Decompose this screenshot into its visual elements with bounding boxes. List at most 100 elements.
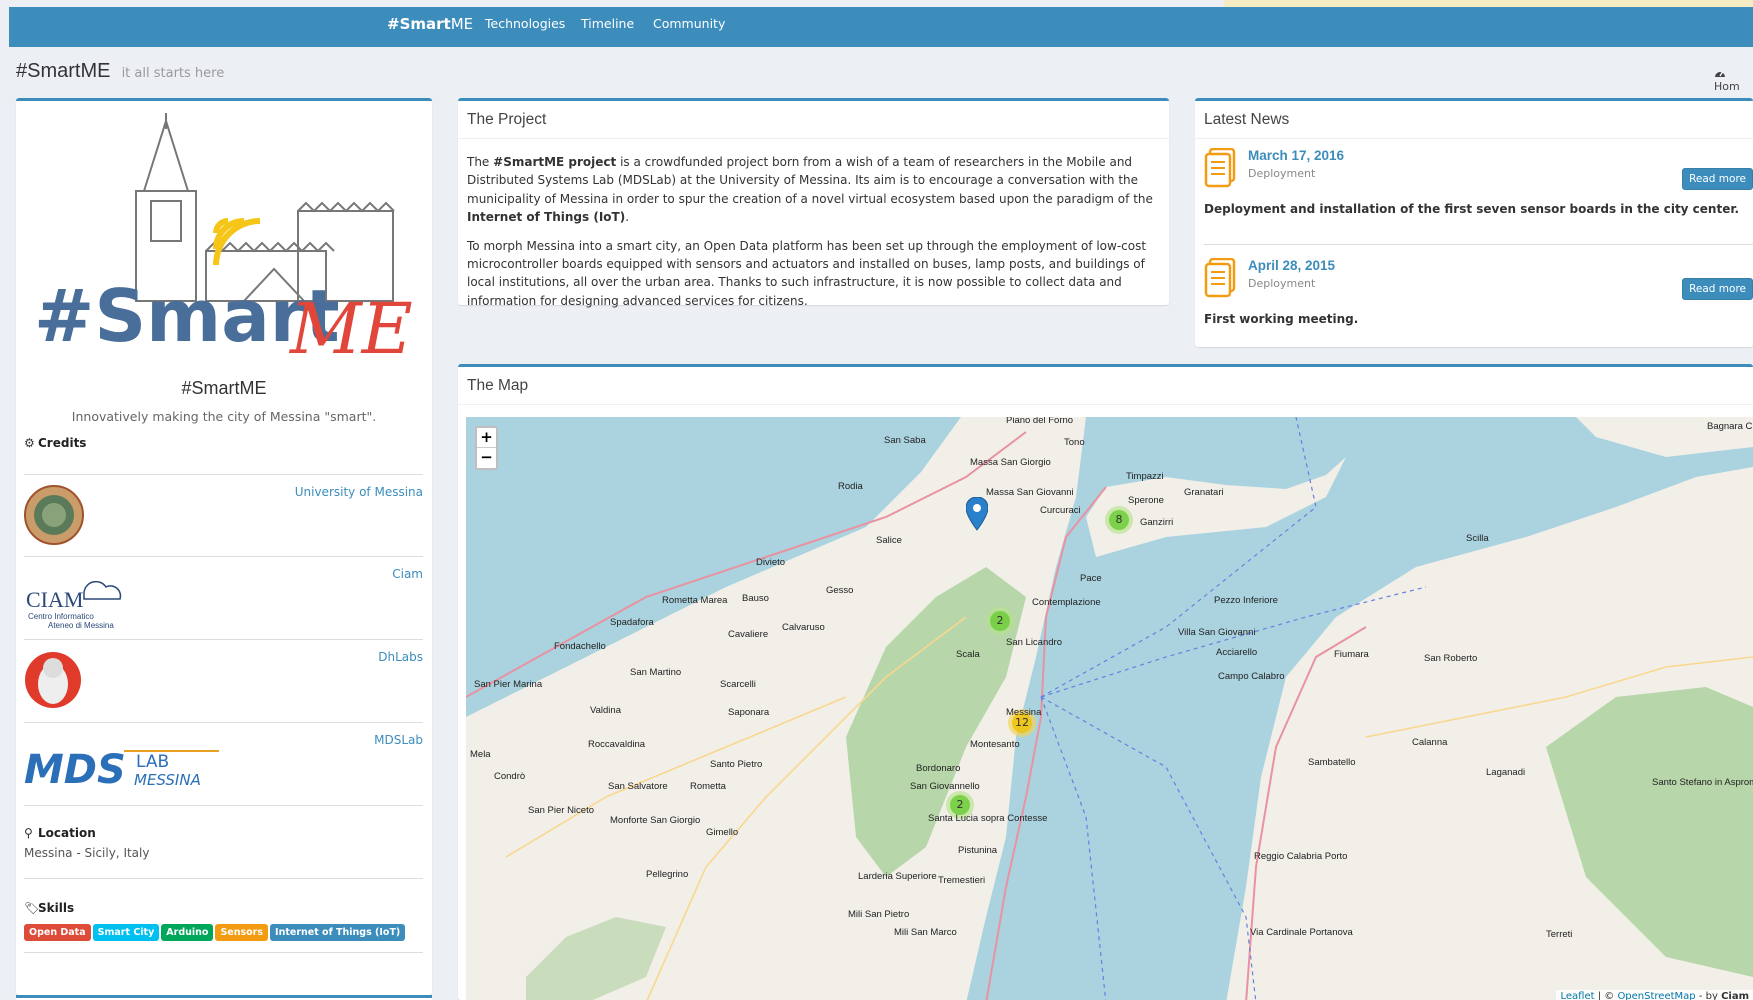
map-place-label: Cavaliere: [728, 629, 769, 640]
dashboard-icon: [1715, 71, 1725, 77]
skill-label: Internet of Things (IoT): [270, 924, 406, 941]
credit-row-mdslab: MDS LAB MESSINA MDSLab: [24, 722, 423, 804]
credit-link-ciam[interactable]: Ciam: [392, 567, 423, 581]
news-date-link[interactable]: March 17, 2016: [1248, 148, 1344, 163]
cogs-icon: ⚙: [24, 436, 35, 450]
profile-box: #Smart ME #SmartME Innovatively making t…: [16, 98, 432, 995]
map-place-label: Bagnara C: [1707, 421, 1753, 432]
top-right-strip: [1224, 0, 1753, 7]
nav-technologies[interactable]: Technologies: [485, 16, 565, 31]
news-date-link[interactable]: April 28, 2015: [1248, 258, 1335, 273]
map-canvas[interactable]: + − 8 2 12 2 Piano del Forno San Saba To…: [466, 417, 1753, 1000]
brand-link[interactable]: #SmartME: [387, 15, 473, 33]
profile-description: Innovatively making the city of Messina …: [71, 409, 377, 424]
map-marker-icon: ⚲: [24, 826, 33, 840]
map-place-label: Rometta: [690, 781, 726, 792]
svg-text:LAB: LAB: [136, 752, 169, 772]
map-place-label: Acciarello: [1216, 647, 1258, 658]
credit-link-dhlabs[interactable]: DhLabs: [378, 650, 423, 664]
zoom-in-button[interactable]: +: [477, 428, 496, 448]
credit-row-ciam: CIAM Centro Informatico Ateneo di Messin…: [24, 556, 423, 638]
map-place-label: Mela: [470, 749, 491, 760]
document-icon: [1204, 258, 1236, 298]
ciam-logo: CIAM Centro Informatico Ateneo di Messin…: [26, 580, 122, 630]
map-place-label: Montesanto: [970, 739, 1020, 750]
map-place-label: Pellegrino: [646, 869, 689, 880]
svg-text:Ateneo di Messina: Ateneo di Messina: [48, 621, 114, 630]
map-place-label: Santo Pietro: [710, 759, 763, 770]
box-header-divider: [458, 404, 1753, 405]
map-place-label: Spadafora: [610, 617, 654, 628]
map-attribution: Leaflet | © OpenStreetMap - by Ciam: [1556, 990, 1753, 1000]
map-place-label: Rodia: [838, 481, 863, 492]
map-place-label: Contemplazione: [1032, 597, 1101, 608]
openstreetmap-link[interactable]: OpenStreetMap: [1617, 991, 1695, 1000]
brand-rest: ME: [450, 15, 474, 33]
project-title: The Project: [467, 111, 547, 128]
box-header-divider: [1195, 138, 1753, 139]
divider: [1204, 244, 1753, 245]
map-place-label: San Pier Niceto: [528, 805, 595, 816]
leaflet-link[interactable]: Leaflet: [1560, 991, 1594, 1000]
map-place-label: Santa Lucia sopra Contesse: [928, 813, 1048, 824]
read-more-button[interactable]: Read more: [1682, 278, 1753, 300]
credit-link-unime[interactable]: University of Messina: [295, 485, 423, 499]
map-place-label: Bauso: [742, 593, 769, 604]
project-box: The Project The #SmartME project is a cr…: [458, 98, 1169, 308]
map-place-label: Granatari: [1184, 487, 1224, 498]
map-place-label: Pistunina: [958, 845, 998, 856]
news-category: Deployment: [1248, 277, 1316, 290]
next-box-edge: [16, 995, 432, 1000]
news-title: Latest News: [1204, 111, 1290, 128]
unime-seal-logo: [24, 485, 84, 545]
map-place-label: Salice: [876, 535, 902, 546]
svg-text:MESSINA: MESSINA: [134, 771, 201, 789]
read-more-button[interactable]: Read more: [1682, 168, 1753, 190]
map-place-label: Condrò: [494, 771, 526, 782]
profile-name: #SmartME: [181, 378, 267, 398]
map-place-label: San Salvatore: [608, 781, 668, 792]
marker-cluster[interactable]: 8: [1105, 506, 1133, 534]
map-place-label: Pezzo Inferiore: [1214, 595, 1278, 606]
news-text: First working meeting.: [1204, 312, 1359, 326]
map-place-label: Via Cardinale Portanova: [1250, 927, 1353, 938]
breadcrumb-home[interactable]: Hom: [1714, 80, 1740, 93]
brand-bold: #Smart: [387, 15, 451, 33]
map-place-label: Monforte San Giorgio: [610, 815, 701, 826]
nav-timeline[interactable]: Timeline: [581, 16, 634, 31]
divider: [24, 952, 423, 953]
map-place-label: Messina: [1006, 707, 1042, 718]
mdslab-logo: MDS LAB MESSINA: [24, 747, 219, 793]
map-place-label: Curcuraci: [1040, 505, 1081, 516]
location-title: Location: [38, 826, 96, 840]
breadcrumb[interactable]: Hom: [1714, 67, 1753, 93]
map-place-label: Larderia Superiore: [858, 871, 937, 882]
dhlabs-logo: [25, 652, 81, 708]
skills-heading: 🏷Skills: [24, 901, 74, 915]
project-body: The #SmartME project is a crowdfunded pr…: [467, 153, 1157, 320]
credit-link-mdslab[interactable]: MDSLab: [374, 733, 423, 747]
map-place-label: Calvaruso: [782, 622, 825, 633]
content-header: #SmartME it all starts here: [16, 60, 224, 83]
map-title: The Map: [467, 377, 529, 394]
map-marker-icon[interactable]: [966, 497, 988, 533]
map-place-label: Fondachello: [554, 641, 606, 652]
document-icon: [1204, 148, 1236, 188]
map-place-label: Scala: [956, 649, 980, 660]
map-place-label: San Martino: [630, 667, 682, 678]
marker-cluster[interactable]: 2: [986, 607, 1014, 635]
map-place-label: San Licandro: [1006, 637, 1062, 648]
location-value: Messina - Sicily, Italy: [24, 846, 150, 860]
svg-text:ME: ME: [288, 288, 413, 361]
skill-label: Smart City: [92, 924, 160, 941]
map-place-label: Piano del Forno: [1006, 417, 1074, 426]
divider: [24, 878, 423, 879]
zoom-out-button[interactable]: −: [477, 448, 496, 468]
news-category: Deployment: [1248, 167, 1316, 180]
nav-community[interactable]: Community: [653, 16, 725, 31]
map-place-label: Scilla: [1466, 533, 1489, 544]
news-box: Latest News March 17, 2016 Deployment Re…: [1195, 98, 1753, 347]
box-header-divider: [458, 138, 1169, 139]
page-title: #SmartME: [16, 60, 111, 82]
zoom-control: + −: [475, 426, 498, 470]
